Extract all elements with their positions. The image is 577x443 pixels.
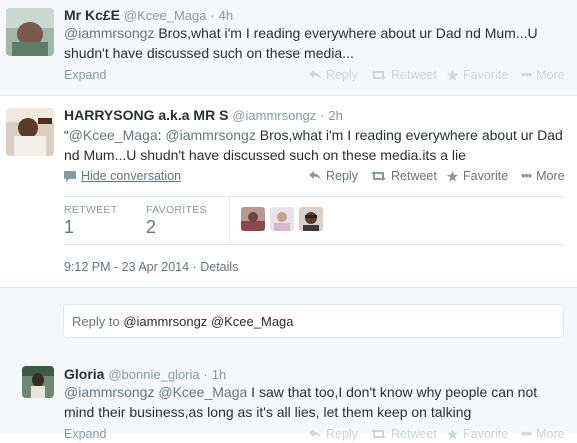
- reply-box: Reply to @iammrsongz @Kcee_Maga: [0, 288, 577, 355]
- hide-conversation-button[interactable]: Hide conversation: [64, 169, 181, 183]
- reply-label: Reply: [326, 427, 358, 441]
- user-handle[interactable]: @bonnie_gloria: [108, 367, 199, 382]
- reply-input[interactable]: Reply to @iammrsongz @Kcee_Maga: [63, 304, 564, 338]
- more-button[interactable]: ••• More: [521, 169, 565, 183]
- reply-label: Reply: [326, 169, 358, 183]
- retweet-button[interactable]: Retweet: [371, 427, 437, 441]
- mention-link[interactable]: @iammrsongz: [64, 25, 154, 41]
- tweet-actions: Reply Retweet Favorite ••• More: [0, 68, 577, 84]
- tweet-text: @iammrsongz @Kcee_Maga I saw that too,I …: [64, 382, 564, 422]
- tweet-time-separator: ·: [203, 367, 208, 382]
- mention-link[interactable]: @iammrsongz: [64, 384, 154, 400]
- favorites-stat-label[interactable]: FAVORITES: [146, 204, 207, 216]
- tweet-text: @iammrsongz Bros,what i'm I reading ever…: [64, 23, 564, 63]
- retweet-stat-label[interactable]: RETWEET: [64, 204, 117, 216]
- stats-divider: [229, 197, 230, 242]
- avatar[interactable]: [6, 108, 54, 156]
- mention-link[interactable]: @iammrsongz: [165, 127, 255, 143]
- reply-button[interactable]: Reply: [309, 427, 358, 441]
- retweet-icon: [371, 429, 386, 439]
- reply-button[interactable]: Reply: [309, 169, 358, 183]
- reply-mention: @iammrsongz: [123, 314, 208, 329]
- tweet-header: HARRYSONG a.k.a MR S @iammrsongz · 2h: [64, 107, 343, 123]
- tweet-datetime-row: 9:12 PM - 23 Apr 2014 · Details: [64, 260, 238, 274]
- avatar[interactable]: [22, 366, 54, 398]
- reply-prefix: Reply to: [72, 314, 124, 329]
- more-label: More: [536, 169, 565, 183]
- mention-link[interactable]: @Kcee_Maga: [158, 384, 247, 400]
- retweet-icon: [371, 70, 386, 80]
- tweet-stats: RETWEET 1 FAVORITES 2: [0, 197, 577, 244]
- reply-icon: [309, 70, 321, 79]
- tweet-actions: Reply Retweet Favorite ••• More: [0, 427, 577, 443]
- user-name[interactable]: Gloria: [64, 366, 104, 382]
- retweet-stat-count[interactable]: 1: [64, 217, 74, 238]
- retweet-label: Retweet: [391, 169, 437, 183]
- favorite-button[interactable]: Favorite: [447, 169, 508, 183]
- tweet-gloria[interactable]: Gloria @bonnie_gloria · 1h @iammrsongz @…: [0, 354, 577, 441]
- tweet-text: “@Kcee_Maga: @iammrsongz Bros,what i'm I…: [64, 125, 569, 165]
- more-button[interactable]: ••• More: [521, 427, 565, 441]
- retweet-label: Retweet: [391, 68, 437, 82]
- tweet-header: Gloria @bonnie_gloria · 1h: [64, 366, 226, 382]
- tweet-actions: Hide conversation Reply Retweet Favorite…: [0, 169, 577, 185]
- ellipsis-icon: •••: [521, 169, 532, 183]
- ellipsis-icon: •••: [521, 427, 532, 441]
- details-link[interactable]: Details: [200, 260, 238, 274]
- favorite-label: Favorite: [463, 169, 509, 183]
- divider: [64, 244, 564, 245]
- star-icon: [447, 69, 458, 81]
- tweet-timestamp[interactable]: 2h: [328, 108, 342, 123]
- retweet-button[interactable]: Retweet: [371, 68, 437, 82]
- retweet-label: Retweet: [391, 427, 437, 441]
- tweet-timestamp[interactable]: 1h: [212, 367, 226, 382]
- ellipsis-icon: •••: [521, 68, 532, 82]
- favoriter-avatar[interactable]: [270, 207, 294, 231]
- tweet-kcee[interactable]: Mr Kc£E @Kcee_Maga · 4h @iammrsongz Bros…: [0, 0, 577, 96]
- speech-bubble-icon: [64, 170, 76, 182]
- favorite-label: Favorite: [463, 68, 509, 82]
- mention-link[interactable]: @Kcee_Maga: [69, 127, 158, 143]
- favoriter-avatar[interactable]: [299, 207, 323, 231]
- user-name[interactable]: HARRYSONG a.k.a MR S: [64, 107, 228, 123]
- tweet-time-separator: ·: [210, 8, 215, 23]
- reply-label: Reply: [326, 68, 358, 82]
- favorite-label: Favorite: [463, 427, 509, 441]
- tweet-timestamp[interactable]: 4h: [219, 8, 233, 23]
- tweet-harrysong[interactable]: HARRYSONG a.k.a MR S @iammrsongz · 2h “@…: [0, 96, 577, 288]
- hide-conversation-label: Hide conversation: [81, 169, 182, 183]
- favorites-stat-count[interactable]: 2: [146, 217, 156, 238]
- favorite-button[interactable]: Favorite: [447, 68, 508, 82]
- more-label: More: [536, 427, 565, 441]
- more-label: More: [536, 68, 565, 82]
- reply-icon: [309, 429, 321, 438]
- favoriter-avatar[interactable]: [241, 207, 265, 231]
- tweet-datetime[interactable]: 9:12 PM - 23 Apr 2014: [64, 260, 189, 274]
- tweet-header: Mr Kc£E @Kcee_Maga · 4h: [64, 7, 233, 23]
- reply-icon: [309, 171, 321, 180]
- star-icon: [447, 428, 458, 440]
- reply-mention: @Kcee_Maga: [210, 314, 294, 329]
- more-button[interactable]: ••• More: [521, 68, 565, 82]
- user-handle[interactable]: @Kcee_Maga: [124, 8, 207, 23]
- retweet-button[interactable]: Retweet: [371, 169, 437, 183]
- retweet-icon: [371, 171, 386, 181]
- avatar[interactable]: [6, 8, 54, 56]
- user-name[interactable]: Mr Kc£E: [64, 7, 120, 23]
- star-icon: [447, 170, 458, 182]
- user-handle[interactable]: @iammrsongz: [232, 108, 316, 123]
- reply-button[interactable]: Reply: [309, 68, 358, 82]
- tweet-time-separator: ·: [320, 108, 325, 123]
- favorite-button[interactable]: Favorite: [447, 427, 508, 441]
